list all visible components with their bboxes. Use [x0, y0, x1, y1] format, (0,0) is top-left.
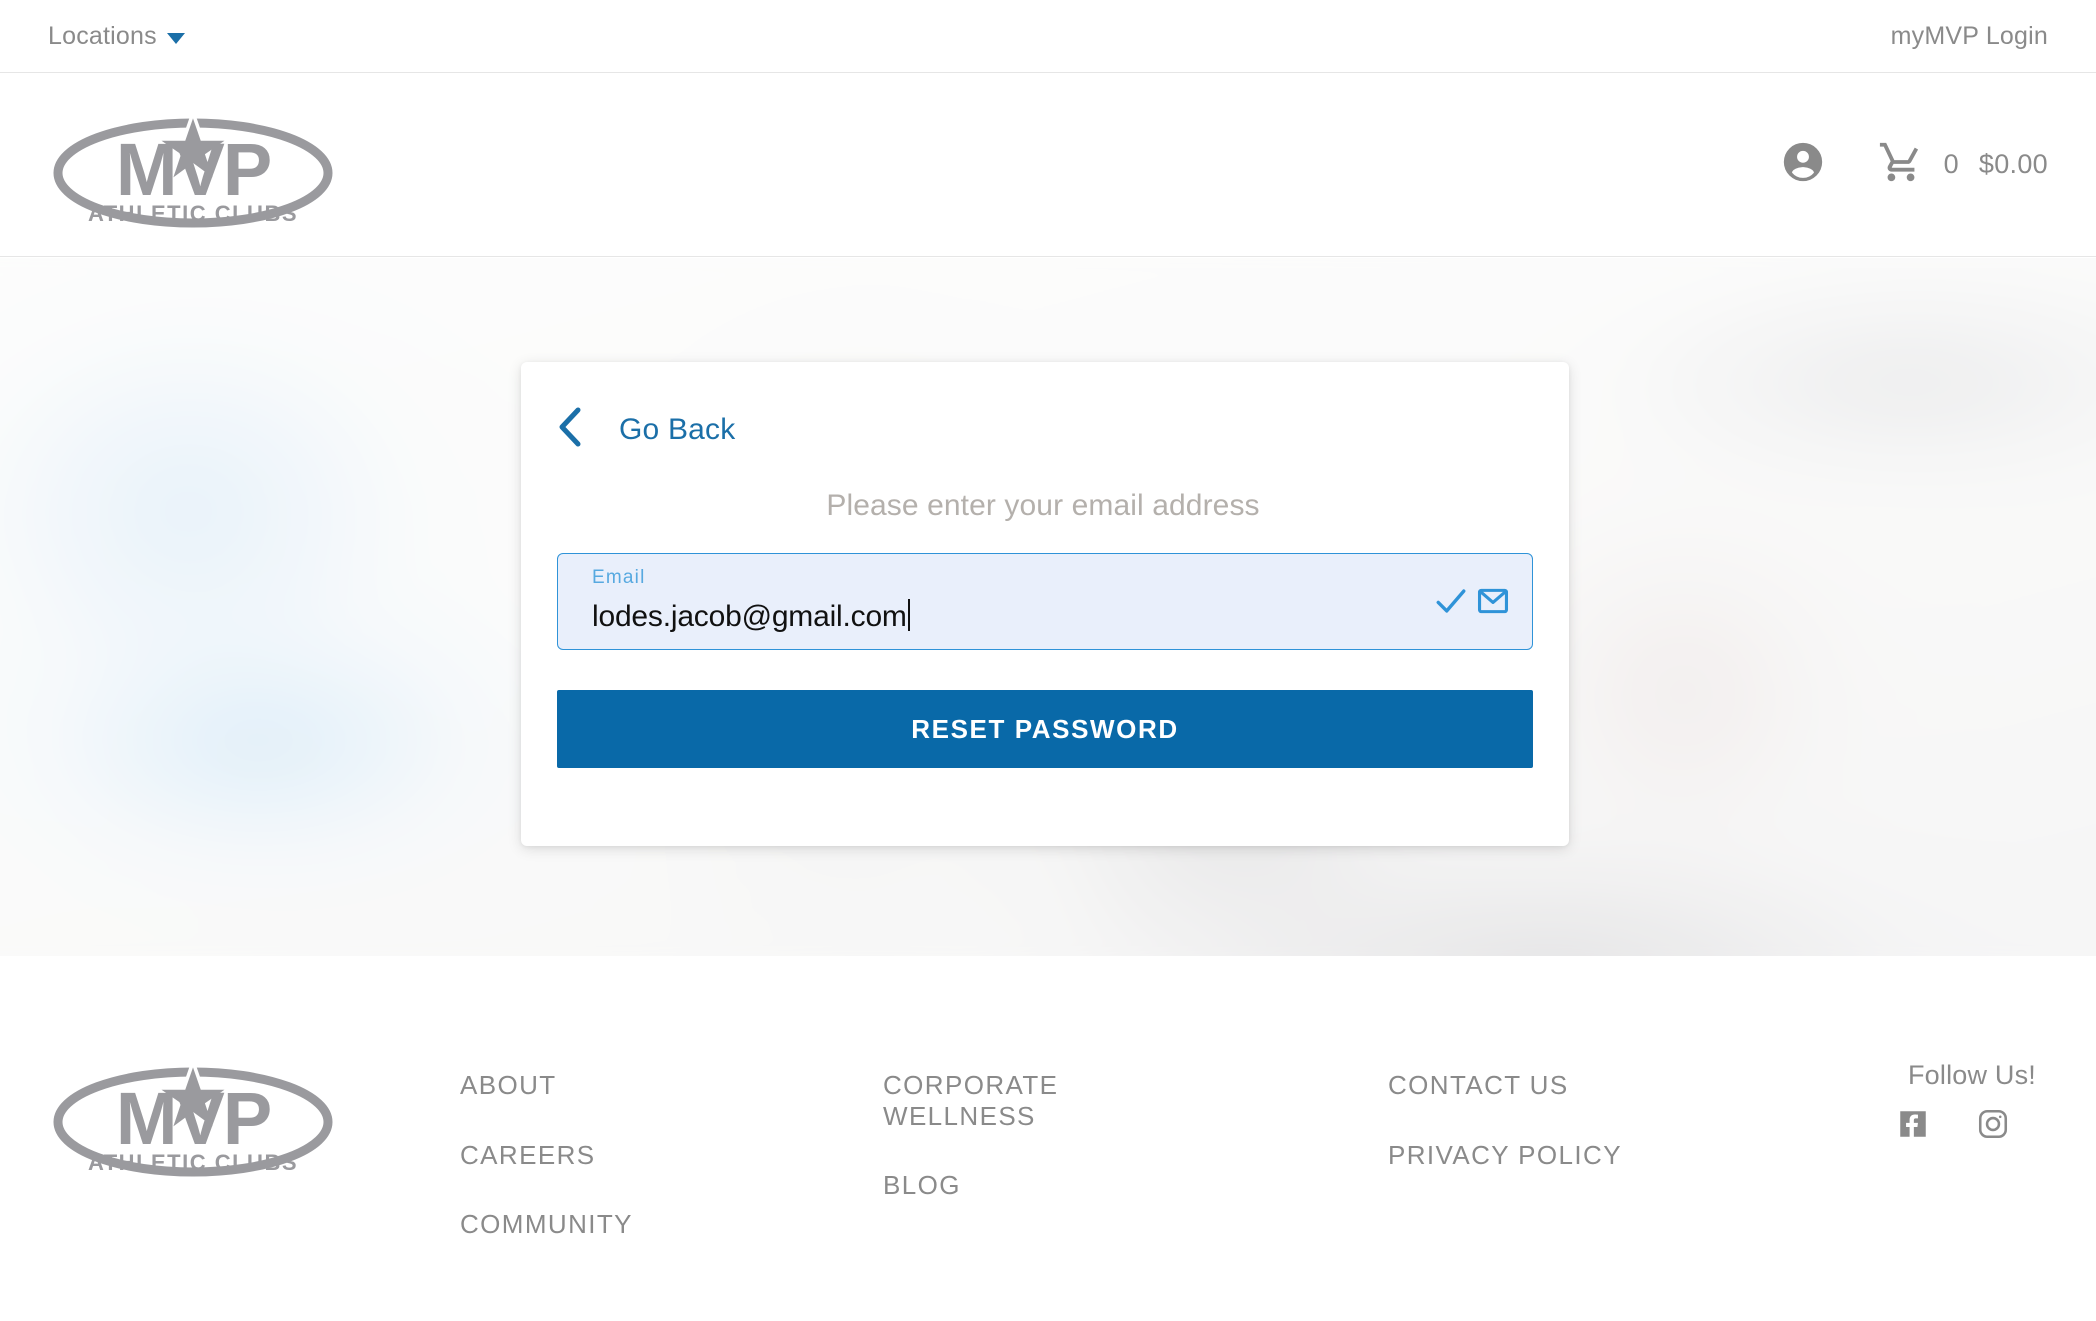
cart-total-amount: $0.00: [1978, 149, 2048, 179]
go-back-label: Go Back: [619, 412, 736, 446]
site-header: MVP ATHLETIC CLUBS 0 $0.00: [0, 73, 2096, 257]
chevron-left-icon: [557, 406, 583, 453]
mymvp-login-link[interactable]: myMVP Login: [1891, 22, 2048, 51]
mail-envelope-icon[interactable]: [1476, 584, 1510, 623]
email-field-icons: [1434, 584, 1510, 623]
locations-label: Locations: [48, 21, 157, 50]
email-field[interactable]: Email lodes.jacob@gmail.com: [557, 553, 1533, 650]
footer-social-section: Follow Us!: [1818, 1018, 2048, 1146]
mvp-logo-icon: MVP ATHLETIC CLUBS: [53, 107, 333, 227]
footer-logo[interactable]: MVP ATHLETIC CLUBS: [48, 1018, 378, 1184]
email-field-label: Email: [592, 567, 646, 588]
facebook-icon[interactable]: [1896, 1107, 1930, 1146]
utility-bar: Locations myMVP Login: [0, 0, 2096, 73]
header-actions: 0 $0.00: [1780, 139, 2048, 190]
svg-text:ATHLETIC CLUBS: ATHLETIC CLUBS: [88, 201, 298, 226]
page-root: Locations myMVP Login MVP ATHLETIC CLUBS: [0, 0, 2096, 1321]
footer-link-blog[interactable]: BLOG: [883, 1170, 961, 1201]
footer-link-careers[interactable]: CAREERS: [460, 1140, 596, 1171]
instruction-text: Please enter your email address: [826, 489, 1260, 522]
cart-item-count: 0: [1943, 149, 1959, 179]
site-logo[interactable]: MVP ATHLETIC CLUBS: [48, 95, 338, 235]
reset-password-card: Go Back Please enter your email address …: [521, 362, 1569, 846]
social-icons-row: [1896, 1107, 2036, 1146]
footer-link-corporate-wellness[interactable]: CORPORATE WELLNESS: [883, 1070, 1173, 1131]
email-value-row: lodes.jacob@gmail.com: [592, 594, 1434, 634]
svg-text:MVP: MVP: [116, 1077, 270, 1160]
footer-link-about[interactable]: ABOUT: [460, 1070, 557, 1101]
svg-text:MVP: MVP: [116, 128, 270, 211]
instagram-icon[interactable]: [1976, 1107, 2010, 1146]
reset-password-button[interactable]: RESET PASSWORD: [557, 690, 1533, 768]
text-cursor: [907, 599, 910, 631]
mvp-logo-icon: MVP ATHLETIC CLUBS: [53, 1056, 333, 1177]
svg-text:ATHLETIC CLUBS: ATHLETIC CLUBS: [88, 1150, 298, 1175]
footer-link-privacy-policy[interactable]: PRIVACY POLICY: [1388, 1140, 1622, 1171]
email-field-inner: Email lodes.jacob@gmail.com: [592, 568, 1434, 634]
site-footer: MVP ATHLETIC CLUBS ABOUT CAREERS COMMUNI…: [0, 956, 2096, 1321]
follow-us-label: Follow Us!: [1907, 1060, 2036, 1090]
locations-dropdown[interactable]: Locations: [48, 22, 185, 51]
shopping-cart-icon: [1878, 139, 1924, 190]
footer-column-3: CONTACT US PRIVACY POLICY: [1388, 1018, 1818, 1209]
account-circle-icon[interactable]: [1780, 139, 1826, 190]
email-input[interactable]: lodes.jacob@gmail.com: [592, 600, 907, 634]
footer-column-1: ABOUT CAREERS COMMUNITY: [378, 1018, 883, 1279]
footer-link-community[interactable]: COMMUNITY: [460, 1209, 633, 1240]
chevron-down-icon: [166, 32, 185, 44]
checkmark-icon: [1434, 584, 1468, 623]
footer-link-contact-us[interactable]: CONTACT US: [1388, 1070, 1569, 1101]
footer-column-2: CORPORATE WELLNESS BLOG: [883, 1018, 1388, 1240]
cart-widget[interactable]: 0 $0.00: [1878, 139, 2048, 190]
go-back-button[interactable]: Go Back: [557, 406, 735, 453]
